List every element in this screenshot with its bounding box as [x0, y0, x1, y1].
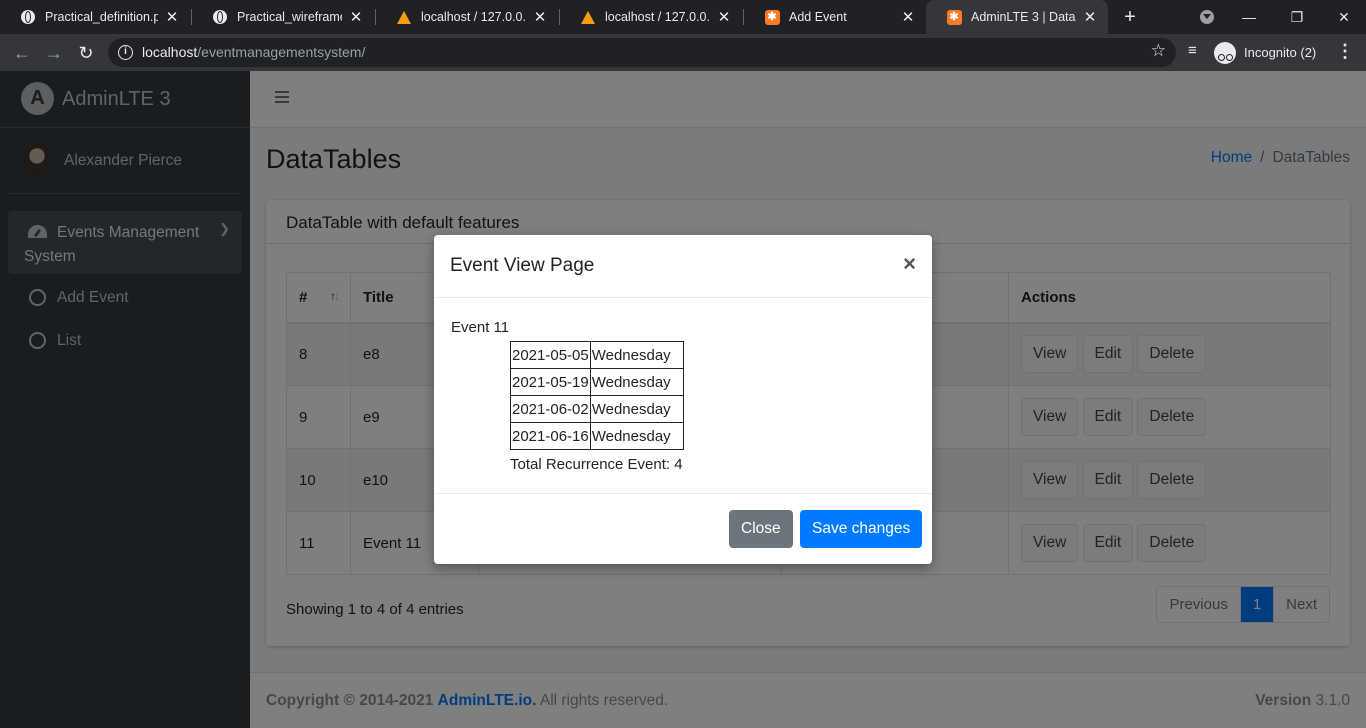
tab-title: Add Event: [789, 10, 847, 24]
globe-icon: [20, 9, 36, 25]
incognito-icon: [1214, 41, 1236, 64]
close-tab-icon[interactable]: ✕: [716, 8, 732, 26]
occurrence-date: 2021-05-19: [510, 368, 591, 396]
tab-title: localhost / 127.0.0.1 / e: [605, 10, 710, 24]
occurrence-day: Wednesday: [589, 422, 684, 450]
table-row: 2021-06-16 Wednesday: [510, 422, 684, 450]
url-text: localhost/eventmanagementsystem/: [142, 44, 366, 60]
tab-title: localhost / 127.0.0.1 / e: [421, 10, 526, 24]
occurrence-table: 2021-05-05 Wednesday 2021-05-19 Wednesda…: [510, 341, 684, 450]
restore-icon[interactable]: ❐: [1286, 6, 1308, 28]
forward-icon[interactable]: →: [41, 40, 67, 66]
browser-tab-active[interactable]: ✱ AdminLTE 3 | DataTables ✕: [926, 0, 1108, 34]
close-window-icon[interactable]: ✕: [1333, 6, 1355, 28]
close-icon[interactable]: ×: [903, 251, 916, 277]
occurrence-date: 2021-05-05: [510, 341, 591, 369]
address-bar[interactable]: i localhost/eventmanagementsystem/ ☆: [108, 38, 1176, 67]
table-row: 2021-05-05 Wednesday: [510, 341, 684, 369]
tab-title: Practical_definition.pdf: [45, 10, 158, 24]
site-info-icon[interactable]: i: [118, 45, 133, 60]
back-icon[interactable]: ←: [9, 40, 35, 66]
occurrence-day: Wednesday: [589, 368, 684, 396]
table-row: 2021-06-02 Wednesday: [510, 395, 684, 423]
reload-icon[interactable]: ↻: [73, 40, 99, 66]
browser-tab[interactable]: localhost / 127.0.0.1 / e ✕: [560, 0, 742, 34]
tab-search-icon[interactable]: [1196, 6, 1218, 28]
phpmyadmin-icon: [396, 9, 412, 25]
close-tab-icon[interactable]: ✕: [532, 8, 548, 26]
profile-label: Incognito (2): [1244, 45, 1317, 60]
close-button[interactable]: Close: [729, 510, 793, 548]
modal-header: Event View Page ×: [434, 235, 932, 298]
browser-tab[interactable]: Practical_definition.pdf ✕: [0, 0, 190, 34]
globe-icon: [212, 9, 228, 25]
browser-tabstrip: Practical_definition.pdf ✕ Practical_wir…: [0, 0, 1366, 34]
incognito-profile-button[interactable]: Incognito (2): [1214, 39, 1316, 66]
save-changes-button[interactable]: Save changes: [800, 510, 923, 548]
table-row: 2021-05-19 Wednesday: [510, 368, 684, 396]
new-tab-icon[interactable]: +: [1119, 5, 1141, 29]
browser-tab[interactable]: Practical_wireframe.htm ✕: [192, 0, 374, 34]
modal-footer: Close Save changes: [434, 493, 932, 564]
modal-body: Event 11 2021-05-05 Wednesday 2021-05-19…: [434, 298, 932, 493]
tab-title: Practical_wireframe.htm: [237, 10, 342, 24]
xampp-icon: ✱: [764, 9, 780, 25]
bookmark-star-icon[interactable]: ☆: [1151, 41, 1166, 61]
close-tab-icon[interactable]: ✕: [1082, 8, 1098, 26]
occurrence-date: 2021-06-16: [510, 422, 591, 450]
recurrence-total: Total Recurrence Event: 4: [510, 456, 683, 473]
phpmyadmin-icon: [580, 9, 596, 25]
reading-list-icon[interactable]: ≡: [1188, 42, 1197, 59]
browser-tab[interactable]: ✱ Add Event ✕: [744, 0, 926, 34]
event-view-modal: Event View Page × Event 11 2021-05-05 We…: [434, 235, 932, 564]
minimize-icon[interactable]: —: [1238, 6, 1260, 28]
close-tab-icon[interactable]: ✕: [900, 8, 916, 26]
occurrence-date: 2021-06-02: [510, 395, 591, 423]
browser-menu-icon[interactable]: ⋮: [1336, 41, 1354, 62]
xampp-icon: ✱: [946, 9, 962, 25]
tab-title: AdminLTE 3 | DataTables: [971, 10, 1076, 24]
browser-toolbar: ← → ↻ i localhost/eventmanagementsystem/…: [0, 34, 1366, 71]
event-name: Event 11: [451, 319, 510, 336]
browser-tab[interactable]: localhost / 127.0.0.1 / e ✕: [376, 0, 558, 34]
occurrence-day: Wednesday: [589, 341, 684, 369]
close-tab-icon[interactable]: ✕: [348, 8, 364, 26]
occurrence-day: Wednesday: [589, 395, 684, 423]
modal-title: Event View Page: [450, 255, 595, 276]
close-tab-icon[interactable]: ✕: [164, 8, 180, 26]
